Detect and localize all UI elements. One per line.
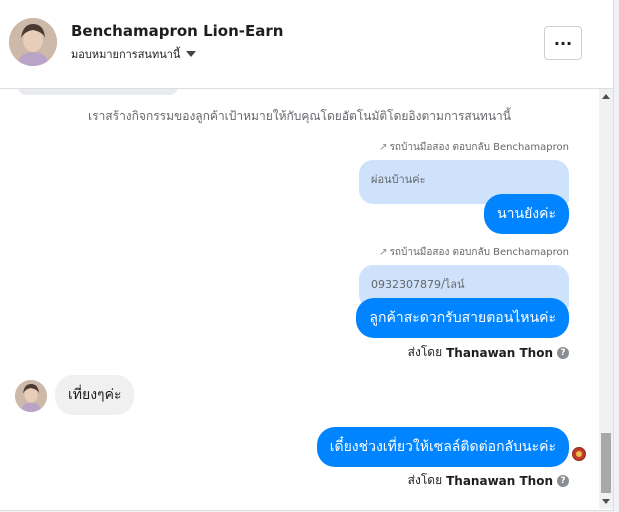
outgoing-message[interactable]: นานยังค่ะ — [484, 194, 569, 234]
sent-by-label: ส่งโดย Thanawan Thon ? — [408, 471, 569, 490]
reply-arrow-icon: ↗ — [379, 247, 388, 258]
more-options-button[interactable]: ··· — [544, 26, 582, 60]
reply-context-label: ↗ รถบ้านมือสอง ตอบกลับ Benchamapron — [379, 142, 569, 153]
caret-down-icon — [186, 51, 197, 57]
scrollbar-thumb[interactable] — [601, 433, 611, 493]
info-icon[interactable]: ? — [557, 474, 569, 487]
seen-avatar-icon — [572, 447, 586, 461]
message-thread: เราสร้างกิจกรรมของลูกค้าเป้าหมายให้กับคุ… — [0, 89, 599, 509]
conversation-panel: Benchamapron Lion-Earn มอบหมายการสนทนานี… — [0, 0, 614, 511]
sent-by-label: ส่งโดย Thanawan Thon ? — [408, 343, 569, 362]
incoming-message[interactable]: เที่ยงๆค่ะ — [55, 375, 135, 415]
outgoing-message[interactable]: ลูกค้าสะดวกรับสายตอนไหนค่ะ — [356, 298, 569, 338]
system-message: เราสร้างกิจกรรมของลูกค้าเป้าหมายให้กับคุ… — [88, 109, 511, 123]
contact-avatar-image — [9, 18, 57, 66]
previous-message-edge — [18, 89, 178, 95]
thread-scrollbar[interactable] — [599, 89, 613, 509]
scroll-up-arrow-icon[interactable] — [602, 94, 610, 99]
contact-avatar[interactable] — [9, 18, 57, 66]
assign-conversation-dropdown[interactable]: มอบหมายการสนทนานี้ — [71, 45, 197, 63]
reply-arrow-icon: ↗ — [379, 142, 388, 153]
reply-context-label: ↗ รถบ้านมือสอง ตอบกลับ Benchamapron — [379, 247, 569, 258]
conversation-header: Benchamapron Lion-Earn มอบหมายการสนทนานี… — [0, 0, 613, 89]
contact-name[interactable]: Benchamapron Lion-Earn — [71, 22, 283, 40]
sender-avatar-image — [15, 380, 47, 412]
scroll-down-arrow-icon[interactable] — [602, 499, 610, 504]
assign-conversation-label: มอบหมายการสนทนานี้ — [71, 48, 181, 61]
info-icon[interactable]: ? — [557, 346, 569, 359]
outgoing-message[interactable]: เดี๋ยงช่วงเที่ยวให้เซลล์ติดต่อกลับนะค่ะ — [316, 427, 569, 467]
sender-avatar[interactable] — [15, 380, 47, 412]
